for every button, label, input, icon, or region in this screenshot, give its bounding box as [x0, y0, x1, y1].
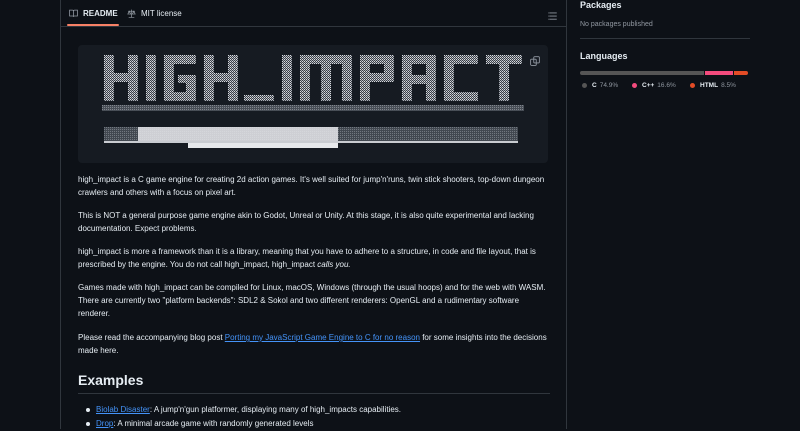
framework-text: high_impact is more a framework than it …	[78, 247, 536, 269]
packages-text: No packages published	[580, 21, 653, 28]
language-bar-segment-html[interactable]	[733, 71, 748, 75]
disclaimer-paragraph: This is NOT a general purpose game engin…	[78, 211, 534, 233]
language-percent: 8.5%	[721, 82, 736, 89]
platforms-paragraph: Games made with high_impact can be compi…	[78, 283, 546, 318]
packages-title[interactable]: Packages	[580, 0, 622, 10]
language-dot	[582, 83, 587, 88]
languages-title: Languages	[580, 51, 628, 61]
tab-readme[interactable]: README	[69, 0, 118, 26]
intro-paragraph: high_impact is a C game engine for creat…	[78, 175, 545, 197]
language-bar-segment-cpp[interactable]	[705, 71, 733, 75]
active-tab-indicator	[67, 24, 119, 26]
framework-paragraph: high_impact is more a framework than it …	[78, 245, 550, 271]
example-link-biolab[interactable]: Biolab Disaster	[96, 405, 150, 414]
language-dot	[632, 83, 637, 88]
language-bar-segment-c[interactable]	[580, 71, 705, 75]
readme-panel: README MIT license high_impact is a C ga…	[60, 0, 567, 429]
copy-icon	[530, 56, 540, 66]
sidebar-divider	[580, 38, 750, 39]
example-description: : A jump'n'gun platformer, displaying ma…	[149, 405, 402, 414]
examples-list: Biolab Disaster: A jump'n'gun platformer…	[86, 403, 401, 431]
blog-paragraph: Please read the accompanying blog post P…	[78, 331, 550, 357]
tab-license[interactable]: MIT license	[127, 0, 182, 26]
outline-button[interactable]	[548, 8, 558, 26]
example-description: : A minimal arcade game with randomly ge…	[113, 419, 314, 428]
blog-post-link[interactable]: Porting my JavaScript Game Engine to C f…	[225, 333, 420, 342]
blog-text-before: Please read the accompanying blog post	[78, 333, 225, 342]
law-scale-icon	[127, 9, 136, 18]
language-name: HTML	[700, 82, 719, 89]
language-name: C	[592, 82, 597, 89]
examples-divider	[78, 393, 550, 394]
language-item-html[interactable]: HTML 8.5%	[690, 82, 736, 89]
example-link-drop[interactable]: Drop	[96, 419, 113, 428]
languages-bar	[580, 71, 748, 75]
language-item-c[interactable]: C 74.9%	[582, 82, 618, 89]
high-impact-logo	[102, 55, 524, 148]
tab-license-label: MIT license	[141, 8, 182, 18]
list-icon	[548, 12, 557, 20]
readme-tabbar: README MIT license	[61, 0, 566, 27]
language-dot	[690, 83, 695, 88]
language-percent: 74.9%	[599, 82, 619, 89]
framework-emphasis: calls you.	[317, 260, 351, 269]
readme-banner	[78, 45, 548, 163]
language-name: C++	[642, 82, 655, 89]
language-item-cpp[interactable]: C++ 16.6%	[632, 82, 676, 89]
tab-readme-label: README	[83, 8, 118, 18]
copy-button[interactable]	[530, 53, 540, 71]
language-percent: 16.6%	[657, 82, 676, 89]
examples-heading: Examples	[78, 372, 144, 388]
book-icon	[69, 9, 78, 17]
list-item: Biolab Disaster: A jump'n'gun platformer…	[86, 403, 401, 417]
